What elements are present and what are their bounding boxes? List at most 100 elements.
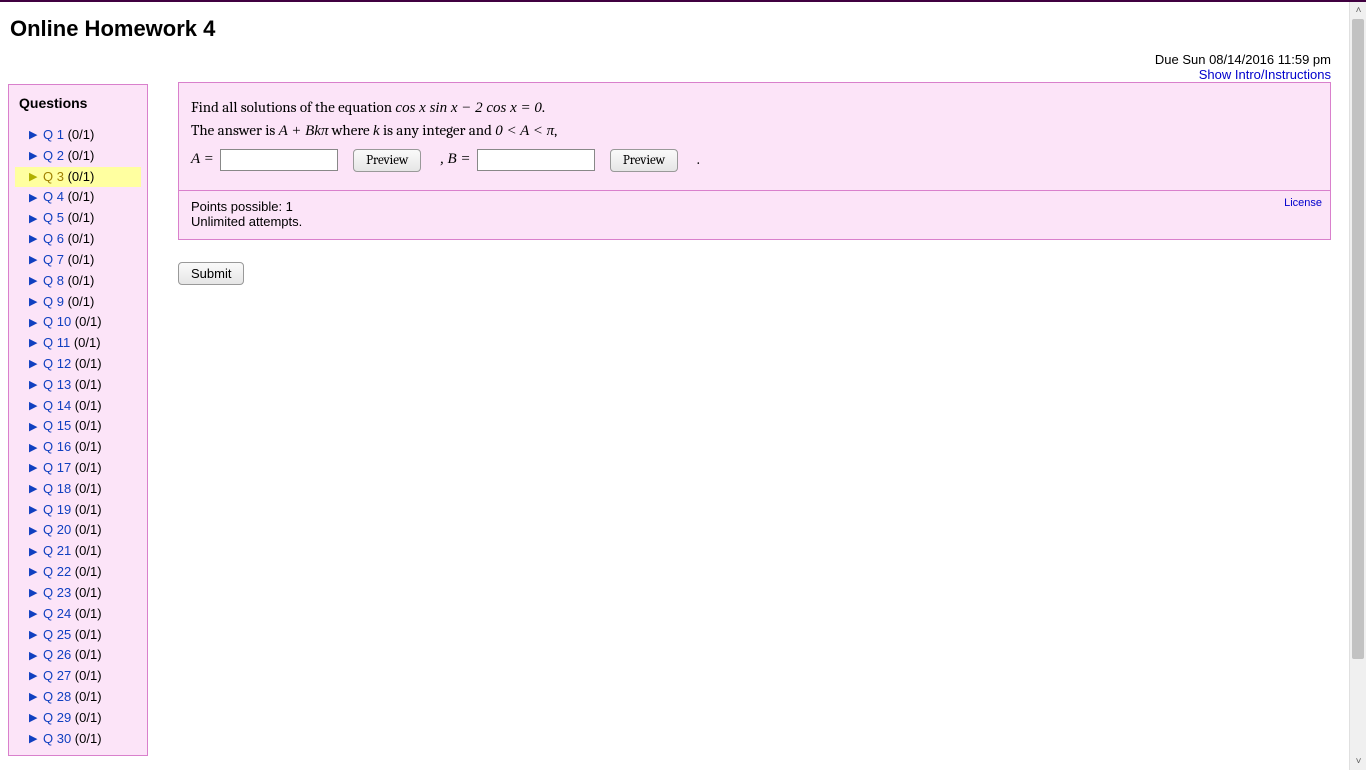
question-score: (0/1) [75, 356, 102, 371]
question-score: (0/1) [75, 710, 102, 725]
sidebar-item-q22[interactable]: ▶Q 22 (0/1) [15, 562, 141, 583]
question-link[interactable]: Q 4 [43, 189, 68, 204]
question-link[interactable]: Q 24 [43, 606, 75, 621]
question-score: (0/1) [75, 502, 102, 517]
question-link[interactable]: Q 27 [43, 668, 75, 683]
question-link[interactable]: Q 7 [43, 252, 68, 267]
question-text-2b: where [328, 121, 373, 139]
sidebar-item-q11[interactable]: ▶Q 11 (0/1) [15, 333, 141, 354]
question-link[interactable]: Q 22 [43, 564, 75, 579]
question-score: (0/1) [68, 273, 95, 288]
triangle-icon: ▶ [29, 542, 41, 563]
question-link[interactable]: Q 8 [43, 273, 68, 288]
sidebar-item-q29[interactable]: ▶Q 29 (0/1) [15, 708, 141, 729]
sidebar-item-q19[interactable]: ▶Q 19 (0/1) [15, 500, 141, 521]
triangle-icon: ▶ [29, 188, 41, 209]
sidebar-item-q24[interactable]: ▶Q 24 (0/1) [15, 604, 141, 625]
question-link[interactable]: Q 5 [43, 210, 68, 225]
vertical-scrollbar[interactable]: ˄ ˅ [1349, 2, 1366, 770]
question-link[interactable]: Q 2 [43, 148, 68, 163]
question-link[interactable]: Q 21 [43, 543, 75, 558]
question-score: (0/1) [68, 252, 95, 267]
sidebar-item-q23[interactable]: ▶Q 23 (0/1) [15, 583, 141, 604]
sidebar-item-q3[interactable]: ▶Q 3 (0/1) [15, 167, 141, 188]
sidebar-item-q26[interactable]: ▶Q 26 (0/1) [15, 645, 141, 666]
sidebar-item-q27[interactable]: ▶Q 27 (0/1) [15, 666, 141, 687]
scroll-track[interactable] [1350, 19, 1366, 753]
triangle-icon: ▶ [29, 604, 41, 625]
question-link[interactable]: Q 12 [43, 356, 75, 371]
sidebar-item-q10[interactable]: ▶Q 10 (0/1) [15, 312, 141, 333]
question-link[interactable]: Q 3 [43, 169, 68, 184]
question-link[interactable]: Q 11 [43, 335, 74, 350]
question-link[interactable]: Q 26 [43, 647, 75, 662]
question-link[interactable]: Q 14 [43, 398, 75, 413]
question-score: (0/1) [68, 148, 95, 163]
sidebar-item-q30[interactable]: ▶Q 30 (0/1) [15, 729, 141, 750]
sidebar-item-q21[interactable]: ▶Q 21 (0/1) [15, 541, 141, 562]
triangle-icon: ▶ [29, 687, 41, 708]
triangle-icon: ▶ [29, 229, 41, 250]
question-link[interactable]: Q 23 [43, 585, 75, 600]
scroll-down-arrow-icon[interactable]: ˅ [1350, 753, 1366, 770]
triangle-icon: ▶ [29, 500, 41, 521]
triangle-icon: ▶ [29, 458, 41, 479]
sidebar-item-q25[interactable]: ▶Q 25 (0/1) [15, 625, 141, 646]
question-link[interactable]: Q 1 [43, 127, 68, 142]
sidebar-item-q6[interactable]: ▶Q 6 (0/1) [15, 229, 141, 250]
sidebar-item-q9[interactable]: ▶Q 9 (0/1) [15, 292, 141, 313]
preview-a-button[interactable]: Preview [353, 149, 421, 172]
sidebar-item-q15[interactable]: ▶Q 15 (0/1) [15, 416, 141, 437]
question-link[interactable]: Q 30 [43, 731, 75, 746]
question-link[interactable]: Q 20 [43, 522, 75, 537]
triangle-icon: ▶ [29, 521, 41, 542]
question-link[interactable]: Q 6 [43, 231, 68, 246]
question-link[interactable]: Q 15 [43, 418, 75, 433]
license-link[interactable]: License [1284, 197, 1322, 209]
question-score: (0/1) [75, 543, 102, 558]
preview-b-button[interactable]: Preview [610, 149, 678, 172]
sidebar-item-q1[interactable]: ▶Q 1 (0/1) [15, 125, 141, 146]
question-cond: 0 < A < π [495, 123, 554, 139]
scroll-up-arrow-icon[interactable]: ˄ [1350, 2, 1366, 19]
sidebar-item-q13[interactable]: ▶Q 13 (0/1) [15, 375, 141, 396]
sidebar-item-q17[interactable]: ▶Q 17 (0/1) [15, 458, 141, 479]
sidebar-item-q20[interactable]: ▶Q 20 (0/1) [15, 520, 141, 541]
show-intro-link[interactable]: Show Intro/Instructions [1199, 67, 1331, 82]
triangle-icon: ▶ [29, 396, 41, 417]
b-label: , B = [440, 149, 471, 171]
sidebar-item-q8[interactable]: ▶Q 8 (0/1) [15, 271, 141, 292]
sidebar-item-q5[interactable]: ▶Q 5 (0/1) [15, 208, 141, 229]
sidebar-item-q18[interactable]: ▶Q 18 (0/1) [15, 479, 141, 500]
points-possible: Points possible: 1 [191, 199, 1318, 214]
answer-a-input[interactable] [220, 149, 338, 171]
scroll-thumb[interactable] [1352, 19, 1364, 659]
question-link[interactable]: Q 25 [43, 627, 75, 642]
question-link[interactable]: Q 29 [43, 710, 75, 725]
sidebar-item-q7[interactable]: ▶Q 7 (0/1) [15, 250, 141, 271]
sidebar-item-q12[interactable]: ▶Q 12 (0/1) [15, 354, 141, 375]
question-link[interactable]: Q 28 [43, 689, 75, 704]
question-score: (0/1) [68, 210, 95, 225]
sidebar-item-q2[interactable]: ▶Q 2 (0/1) [15, 146, 141, 167]
sidebar-item-q16[interactable]: ▶Q 16 (0/1) [15, 437, 141, 458]
question-link[interactable]: Q 19 [43, 502, 75, 517]
question-score: (0/1) [75, 460, 102, 475]
answer-b-input[interactable] [477, 149, 595, 171]
question-score: (0/1) [68, 231, 95, 246]
question-link[interactable]: Q 10 [43, 314, 75, 329]
a-label: A = [191, 149, 214, 171]
question-link[interactable]: Q 9 [43, 294, 68, 309]
question-link[interactable]: Q 18 [43, 481, 75, 496]
sidebar-item-q4[interactable]: ▶Q 4 (0/1) [15, 187, 141, 208]
submit-button[interactable]: Submit [178, 262, 244, 285]
sidebar-heading: Questions [19, 95, 141, 111]
sidebar-item-q28[interactable]: ▶Q 28 (0/1) [15, 687, 141, 708]
question-link[interactable]: Q 13 [43, 377, 75, 392]
question-score: (0/1) [75, 627, 102, 642]
triangle-icon: ▶ [29, 666, 41, 687]
triangle-icon: ▶ [29, 271, 41, 292]
sidebar-item-q14[interactable]: ▶Q 14 (0/1) [15, 396, 141, 417]
question-link[interactable]: Q 16 [43, 439, 75, 454]
question-link[interactable]: Q 17 [43, 460, 75, 475]
